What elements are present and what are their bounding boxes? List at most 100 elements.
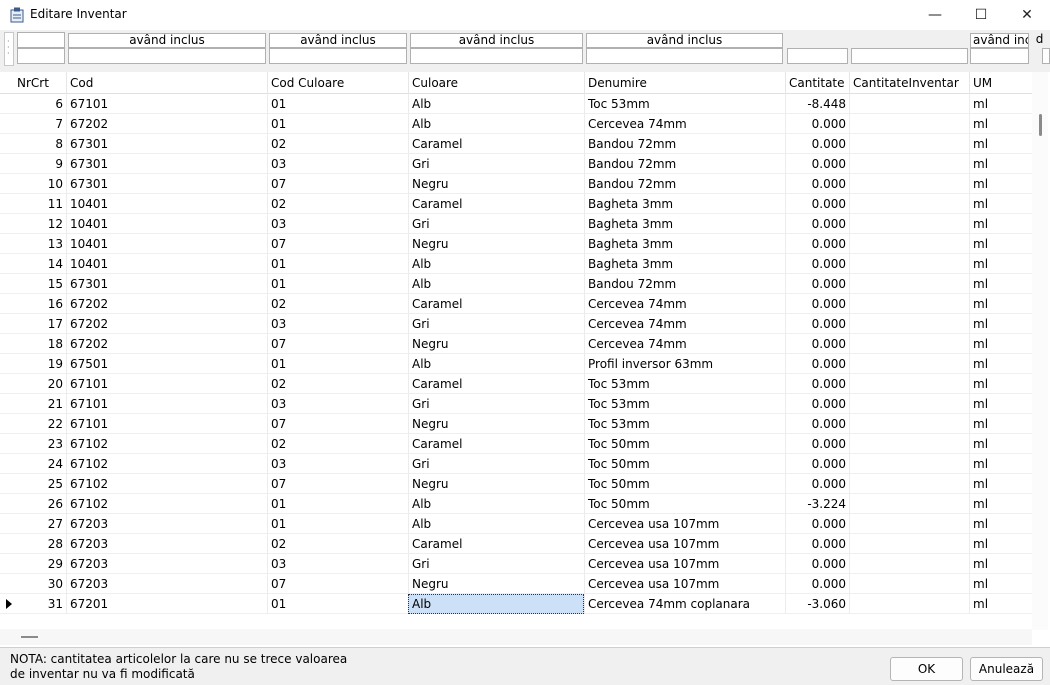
cell-cod-culoare[interactable]: 01 xyxy=(267,274,408,294)
cell-um[interactable]: ml xyxy=(969,294,1032,314)
table-row[interactable]: 29 67203 03 Gri Cercevea usa 107mm 0.000 ml xyxy=(0,554,1032,574)
cell-um[interactable]: ml xyxy=(969,554,1032,574)
cell-denumire[interactable]: Cercevea 74mm coplanara xyxy=(584,594,785,614)
cell-culoare[interactable]: Negru xyxy=(408,234,584,254)
cell-cantitate[interactable]: 0.000 xyxy=(785,194,849,214)
cell-cantitate[interactable]: 0.000 xyxy=(785,254,849,274)
cell-cantitate[interactable]: 0.000 xyxy=(785,414,849,434)
cell-nrcrt[interactable]: 25 xyxy=(14,474,66,494)
cell-cantitate[interactable]: 0.000 xyxy=(785,474,849,494)
header-denumire[interactable]: Denumire xyxy=(584,72,785,94)
cell-denumire[interactable]: Cercevea usa 107mm xyxy=(584,574,785,594)
cell-um[interactable]: ml xyxy=(969,514,1032,534)
cell-um[interactable]: ml xyxy=(969,334,1032,354)
table-row[interactable]: 8 67301 02 Caramel Bandou 72mm 0.000 ml xyxy=(0,134,1032,154)
table-row[interactable]: 27 67203 01 Alb Cercevea usa 107mm 0.000 ml xyxy=(0,514,1032,534)
cell-um[interactable]: ml xyxy=(969,254,1032,274)
cell-denumire[interactable]: Toc 50mm xyxy=(584,434,785,454)
cell-cantitate-inventar[interactable] xyxy=(849,294,969,314)
filter-cantitateinventar-input[interactable] xyxy=(851,48,968,64)
cell-cantitate[interactable]: 0.000 xyxy=(785,174,849,194)
cell-cod[interactable]: 67102 xyxy=(66,454,267,474)
cell-denumire[interactable]: Toc 50mm xyxy=(584,474,785,494)
cell-nrcrt[interactable]: 31 xyxy=(14,594,66,614)
cell-cod[interactable]: 67102 xyxy=(66,494,267,514)
table-row[interactable]: 22 67101 07 Negru Toc 53mm 0.000 ml xyxy=(0,414,1032,434)
cell-cod-culoare[interactable]: 03 xyxy=(267,314,408,334)
cell-nrcrt[interactable]: 22 xyxy=(14,414,66,434)
cell-cantitate[interactable]: 0.000 xyxy=(785,554,849,574)
cell-nrcrt[interactable]: 26 xyxy=(14,494,66,514)
cell-cantitate-inventar[interactable] xyxy=(849,574,969,594)
cell-cod[interactable]: 10401 xyxy=(66,214,267,234)
cell-culoare[interactable]: Negru xyxy=(408,414,584,434)
table-row[interactable]: 10 67301 07 Negru Bandou 72mm 0.000 ml xyxy=(0,174,1032,194)
cell-denumire[interactable]: Toc 53mm xyxy=(584,414,785,434)
cell-cantitate-inventar[interactable] xyxy=(849,474,969,494)
cell-um[interactable]: ml xyxy=(969,154,1032,174)
cell-cod-culoare[interactable]: 07 xyxy=(267,574,408,594)
cell-nrcrt[interactable]: 15 xyxy=(14,274,66,294)
cell-denumire[interactable]: Bagheta 3mm xyxy=(584,214,785,234)
filter-denumire-include[interactable]: având inclus xyxy=(586,33,783,48)
filter-um-include[interactable]: având inclu xyxy=(970,33,1029,48)
cell-cod-culoare[interactable]: 02 xyxy=(267,374,408,394)
cell-nrcrt[interactable]: 23 xyxy=(14,434,66,454)
cell-culoare[interactable]: Alb xyxy=(408,514,584,534)
cell-nrcrt[interactable]: 27 xyxy=(14,514,66,534)
cell-cod-culoare[interactable]: 07 xyxy=(267,414,408,434)
cell-denumire[interactable]: Bagheta 3mm xyxy=(584,254,785,274)
filter-denumire-input[interactable] xyxy=(586,48,783,64)
cell-cantitate-inventar[interactable] xyxy=(849,194,969,214)
cell-nrcrt[interactable]: 14 xyxy=(14,254,66,274)
table-row[interactable]: 14 10401 01 Alb Bagheta 3mm 0.000 ml xyxy=(0,254,1032,274)
cell-um[interactable]: ml xyxy=(969,314,1032,334)
filter-cod-include[interactable]: având inclus xyxy=(68,33,266,48)
cell-cantitate-inventar[interactable] xyxy=(849,514,969,534)
filter-extra-include[interactable]: d xyxy=(1031,33,1048,48)
table-row[interactable]: 20 67101 02 Caramel Toc 53mm 0.000 ml xyxy=(0,374,1032,394)
cell-um[interactable]: ml xyxy=(969,434,1032,454)
table-row[interactable]: 28 67203 02 Caramel Cercevea usa 107mm 0.000 m… xyxy=(0,534,1032,554)
cell-cantitate[interactable]: 0.000 xyxy=(785,374,849,394)
cell-nrcrt[interactable]: 16 xyxy=(14,294,66,314)
cell-culoare[interactable]: Alb xyxy=(408,354,584,374)
filter-codculoare-include[interactable]: având inclus xyxy=(269,33,407,48)
cell-cod[interactable]: 67501 xyxy=(66,354,267,374)
cell-cantitate-inventar[interactable] xyxy=(849,314,969,334)
table-row[interactable]: 31 67201 01 Alb Cercevea 74mm coplanara -3.06… xyxy=(0,594,1032,614)
cell-cod[interactable]: 67202 xyxy=(66,114,267,134)
cell-cod-culoare[interactable]: 07 xyxy=(267,174,408,194)
filter-um-input[interactable] xyxy=(970,48,1029,64)
cell-cantitate-inventar[interactable] xyxy=(849,94,969,114)
cell-cod[interactable]: 10401 xyxy=(66,194,267,214)
cell-nrcrt[interactable]: 20 xyxy=(14,374,66,394)
cell-culoare[interactable]: Caramel xyxy=(408,374,584,394)
cell-cantitate[interactable]: 0.000 xyxy=(785,314,849,334)
cell-cantitate[interactable]: 0.000 xyxy=(785,434,849,454)
filter-extra-input[interactable] xyxy=(1042,48,1050,64)
cell-denumire[interactable]: Cercevea usa 107mm xyxy=(584,534,785,554)
cell-cantitate-inventar[interactable] xyxy=(849,214,969,234)
cell-denumire[interactable]: Bandou 72mm xyxy=(584,154,785,174)
cell-cod-culoare[interactable]: 07 xyxy=(267,334,408,354)
table-row[interactable]: 23 67102 02 Caramel Toc 50mm 0.000 ml xyxy=(0,434,1032,454)
cell-cod-culoare[interactable]: 02 xyxy=(267,534,408,554)
cell-culoare[interactable]: Gri xyxy=(408,394,584,414)
cell-um[interactable]: ml xyxy=(969,474,1032,494)
cell-cantitate-inventar[interactable] xyxy=(849,134,969,154)
cell-um[interactable]: ml xyxy=(969,114,1032,134)
cell-culoare[interactable]: Negru xyxy=(408,574,584,594)
cell-cantitate[interactable]: 0.000 xyxy=(785,214,849,234)
cell-cod-culoare[interactable]: 03 xyxy=(267,554,408,574)
cell-denumire[interactable]: Toc 53mm xyxy=(584,394,785,414)
table-row[interactable]: 11 10401 02 Caramel Bagheta 3mm 0.000 ml xyxy=(0,194,1032,214)
cell-cod[interactable]: 67102 xyxy=(66,474,267,494)
header-culoare[interactable]: Culoare xyxy=(408,72,584,94)
cell-cod[interactable]: 67201 xyxy=(66,594,267,614)
cell-cantitate[interactable]: 0.000 xyxy=(785,394,849,414)
cell-nrcrt[interactable]: 30 xyxy=(14,574,66,594)
cell-cod[interactable]: 67203 xyxy=(66,574,267,594)
cell-culoare[interactable]: Alb xyxy=(408,594,584,614)
ok-button[interactable]: OK xyxy=(890,657,963,681)
